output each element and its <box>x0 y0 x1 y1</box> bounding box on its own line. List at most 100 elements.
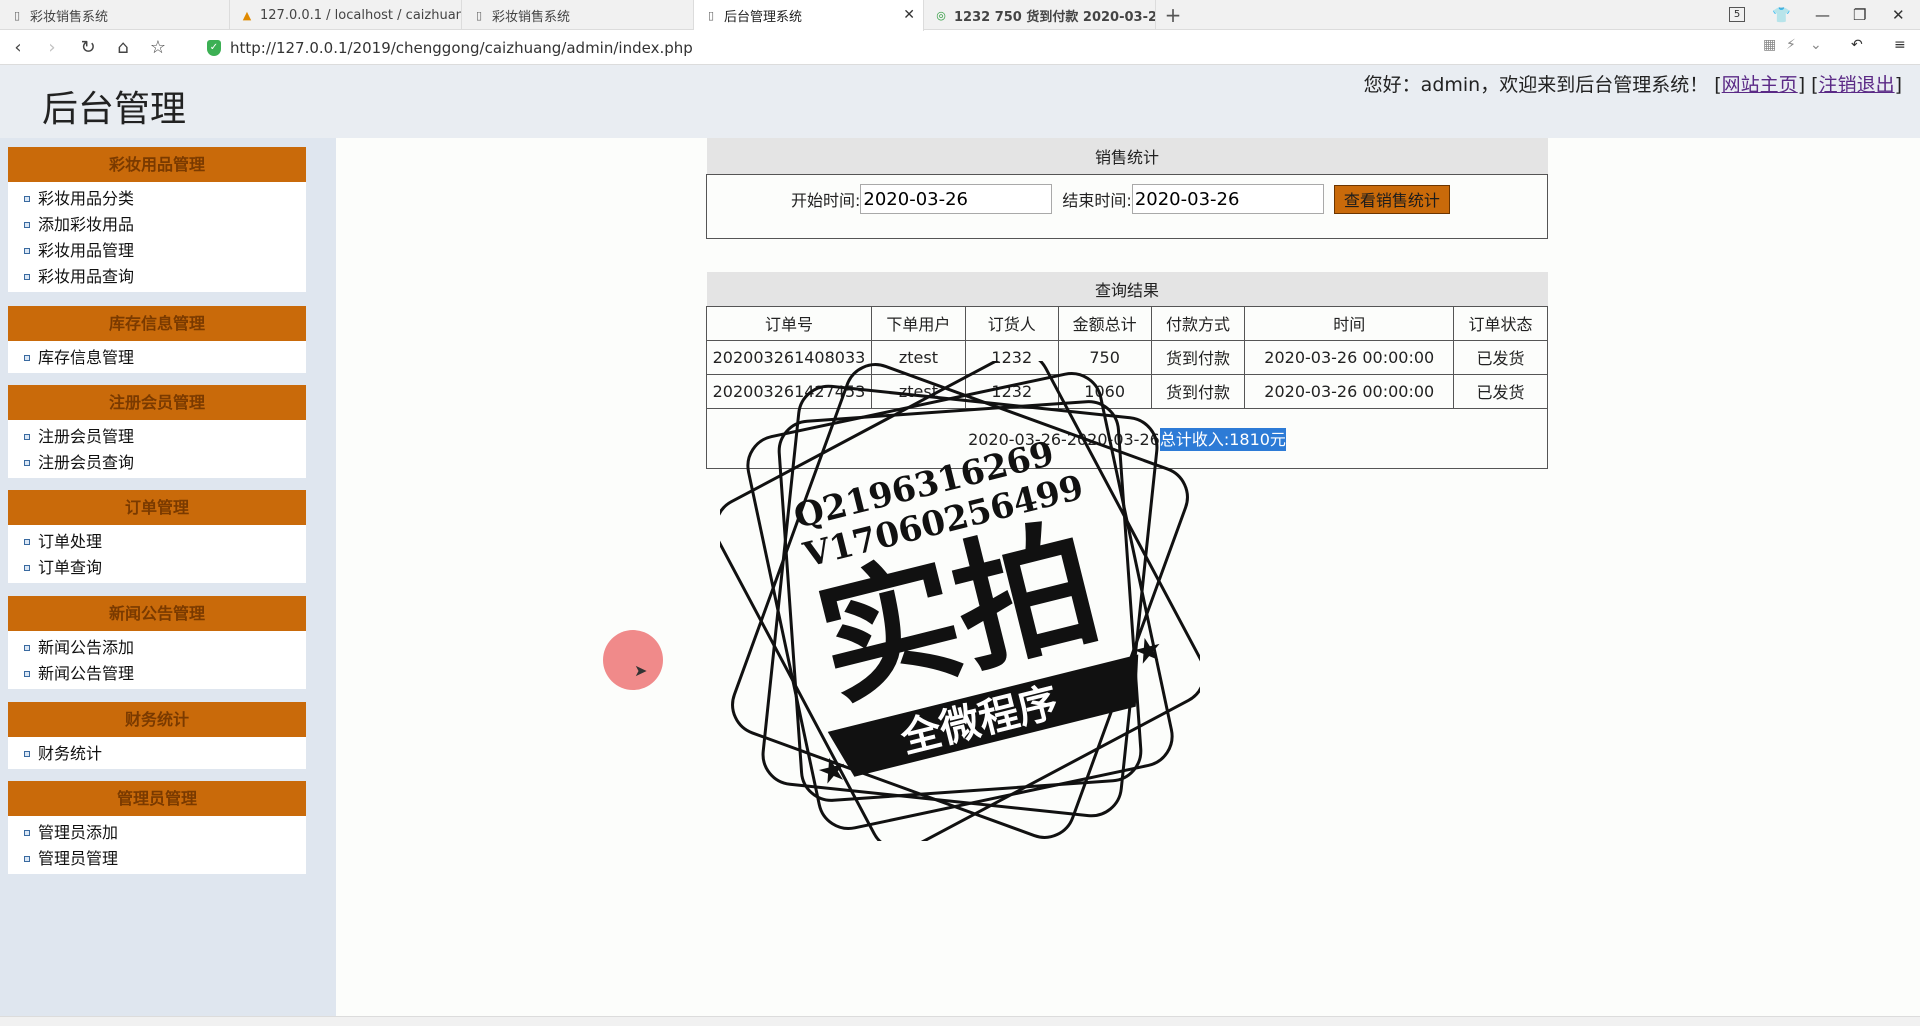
address-bar: ‹ › ↻ ⌂ ☆ ✓ http://127.0.0.1/2019/chengg… <box>0 31 1920 65</box>
browser-tab-1[interactable]: ▯ 彩妆销售系统 <box>0 0 230 30</box>
menu-item-query-orders[interactable]: 订单查询 <box>8 555 306 581</box>
page-title: 后台管理 <box>42 89 187 130</box>
menu-group-admins: 管理员管理 管理员添加 管理员管理 <box>8 781 306 874</box>
secure-shield-icon: ✓ <box>207 40 221 56</box>
menu-item-query-cosmetics[interactable]: 彩妆用品查询 <box>8 264 306 290</box>
menu-group-body: 彩妆用品分类 添加彩妆用品 彩妆用品管理 彩妆用品查询 <box>8 182 306 292</box>
phpmyadmin-icon: ▲ <box>242 8 252 22</box>
chevron-down-icon[interactable]: ⌄ <box>1810 37 1822 53</box>
browser-tab-5[interactable]: ◎ 1232 750 货到付款 2020-03-26 <box>924 0 1156 30</box>
logout-link[interactable]: 注销退出 <box>1819 74 1895 96</box>
back-icon[interactable]: ‹ <box>6 36 30 60</box>
menu-item-label: 新闻公告添加 <box>38 638 135 657</box>
table-header-row: 订单号 下单用户 订货人 金额总计 付款方式 时间 订单状态 <box>706 305 1548 341</box>
bullet-icon <box>24 460 30 466</box>
lightning-icon[interactable]: ⚡ <box>1786 37 1796 53</box>
menu-group-title[interactable]: 注册会员管理 <box>8 385 306 420</box>
menu-item-finance[interactable]: 财务统计 <box>8 741 306 767</box>
reload-icon[interactable]: ↻ <box>76 36 100 60</box>
menu-item-label: 财务统计 <box>38 744 103 763</box>
bullet-icon <box>24 196 30 202</box>
column-header: 付款方式 <box>1150 305 1246 341</box>
browser-tab-bar: ▯ 彩妆销售系统 ▲ 127.0.0.1 / localhost / caizh… <box>0 0 1920 31</box>
menu-item-label: 注册会员管理 <box>38 427 135 446</box>
minimize-icon[interactable]: — <box>1815 0 1830 30</box>
tab-title: 彩妆销售系统 <box>30 9 109 25</box>
menu-item-inventory[interactable]: 库存信息管理 <box>8 345 306 371</box>
menu-item-manage-members[interactable]: 注册会员管理 <box>8 424 306 450</box>
query-results-title: 查询结果 <box>706 272 1548 306</box>
menu-item-manage-admins[interactable]: 管理员管理 <box>8 846 306 872</box>
browser-tab-4-active[interactable]: ▯ 后台管理系统 ✕ <box>694 0 924 31</box>
sales-stats-form-cell: 开始时间: 结束时间: 查看销售统计 <box>706 173 1548 239</box>
page: 后台管理 您好：admin，欢迎来到后台管理系统！ [网站主页] [注销退出] … <box>0 65 1920 1016</box>
menu-group-title[interactable]: 管理员管理 <box>8 781 306 816</box>
menu-item-add-news[interactable]: 新闻公告添加 <box>8 635 306 661</box>
column-header: 订货人 <box>964 305 1059 341</box>
bullet-icon <box>24 645 30 651</box>
menu-item-process-orders[interactable]: 订单处理 <box>8 529 306 555</box>
close-tab-icon[interactable]: ✕ <box>903 7 915 23</box>
page-header: 后台管理 您好：admin，欢迎来到后台管理系统！ [网站主页] [注销退出] <box>0 65 1920 138</box>
status-cell: 已发货 <box>1453 339 1548 375</box>
restore-icon[interactable]: ❐ <box>1853 0 1866 30</box>
tab-title: 1232 750 货到付款 2020-03-26 <box>954 9 1156 25</box>
menu-item-add-cosmetics[interactable]: 添加彩妆用品 <box>8 212 306 238</box>
menu-group-title[interactable]: 订单管理 <box>8 490 306 525</box>
menu-item-label: 彩妆用品分类 <box>38 189 135 208</box>
menu-item-label: 注册会员查询 <box>38 453 135 472</box>
view-sales-stats-button[interactable]: 查看销售统计 <box>1333 184 1450 214</box>
menu-item-label: 订单查询 <box>38 558 103 577</box>
undo-icon[interactable]: ↶ <box>1851 37 1863 53</box>
menu-item-query-members[interactable]: 注册会员查询 <box>8 450 306 476</box>
bullet-icon <box>24 830 30 836</box>
browser-status-bar <box>0 1016 1920 1026</box>
bullet-icon <box>24 434 30 440</box>
close-window-icon[interactable]: ✕ <box>1892 0 1905 30</box>
bookmark-star-icon[interactable]: ☆ <box>146 36 170 60</box>
menu-group-title[interactable]: 彩妆用品管理 <box>8 147 306 182</box>
home-icon[interactable]: ⌂ <box>111 36 135 60</box>
menu-group-orders: 订单管理 订单处理 订单查询 <box>8 490 306 583</box>
bullet-icon <box>24 565 30 571</box>
menu-item-label: 彩妆用品查询 <box>38 267 135 286</box>
watermark-stamp: Q2196316269 V17060256499 实拍 全微程序 ★ ★ <box>720 361 1200 841</box>
start-date-input[interactable] <box>860 184 1053 214</box>
bullet-icon <box>24 856 30 862</box>
menu-item-add-admin[interactable]: 管理员添加 <box>8 820 306 846</box>
menu-group-inventory: 库存信息管理 库存信息管理 <box>8 306 306 373</box>
bullet-icon <box>24 248 30 254</box>
site-home-link[interactable]: 网站主页 <box>1722 74 1798 96</box>
bullet-icon <box>24 274 30 280</box>
menu-group-title[interactable]: 库存信息管理 <box>8 306 306 341</box>
browser-tab-2[interactable]: ▲ 127.0.0.1 / localhost / caizhuang <box>230 0 462 30</box>
menu-group-body: 新闻公告添加 新闻公告管理 <box>8 631 306 689</box>
column-header: 订单状态 <box>1453 305 1548 341</box>
menu-item-label: 彩妆用品管理 <box>38 241 135 260</box>
menu-item-label: 新闻公告管理 <box>38 664 135 683</box>
menu-icon[interactable]: ≡ <box>1894 37 1906 53</box>
menu-item-manage-news[interactable]: 新闻公告管理 <box>8 661 306 687</box>
bullet-icon <box>24 671 30 677</box>
shirt-icon[interactable]: 👕 <box>1772 0 1791 30</box>
tab-count-badge[interactable]: 5 <box>1729 7 1745 22</box>
forward-icon[interactable]: › <box>40 36 64 60</box>
cursor-highlight <box>603 630 663 690</box>
menu-group-title[interactable]: 新闻公告管理 <box>8 596 306 631</box>
time-cell: 2020-03-26 00:00:00 <box>1244 339 1455 375</box>
mouse-cursor-icon: ➤ <box>634 661 648 680</box>
sales-stats-panel: 销售统计 开始时间: 结束时间: 查看销售统计 <box>706 138 1548 239</box>
new-tab-button[interactable]: + <box>1160 2 1186 28</box>
end-date-label: 结束时间: <box>1062 191 1132 210</box>
time-cell: 2020-03-26 00:00:00 <box>1244 373 1455 409</box>
menu-group-title[interactable]: 财务统计 <box>8 702 306 737</box>
menu-item-cosmetics-category[interactable]: 彩妆用品分类 <box>8 186 306 212</box>
url-field[interactable]: http://127.0.0.1/2019/chenggong/caizhuan… <box>230 39 693 57</box>
tab-title: 后台管理系统 <box>724 10 803 25</box>
column-header: 时间 <box>1244 305 1455 341</box>
browser-tab-3[interactable]: ▯ 彩妆销售系统 <box>462 0 694 30</box>
grid-icon[interactable]: ▦ <box>1763 37 1776 53</box>
menu-item-manage-cosmetics[interactable]: 彩妆用品管理 <box>8 238 306 264</box>
tab-title: 127.0.0.1 / localhost / caizhuang <box>260 7 462 23</box>
end-date-input[interactable] <box>1131 184 1324 214</box>
